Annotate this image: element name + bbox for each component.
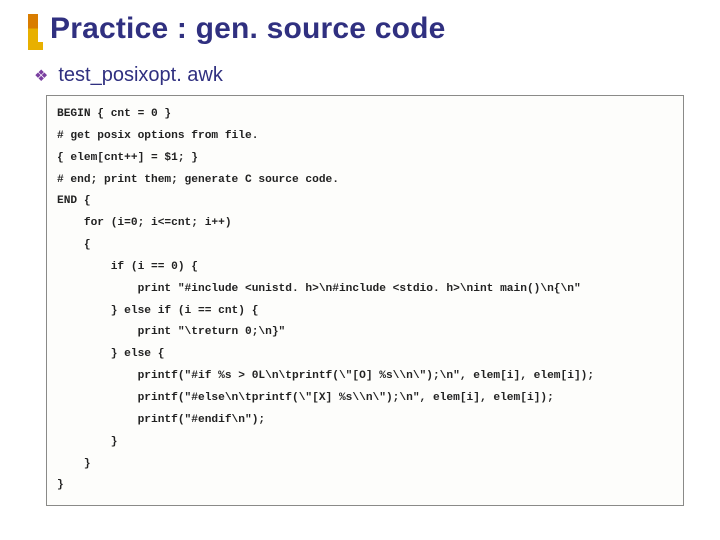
code-line: BEGIN { cnt = 0 } — [57, 104, 673, 126]
slide: Practice : gen. source code ❖ test_posix… — [0, 0, 720, 540]
code-line: } else { — [57, 344, 673, 366]
subhead-row: ❖ test_posixopt. awk — [34, 64, 692, 87]
title-accent-bar — [28, 14, 38, 50]
code-line: END { — [57, 191, 673, 213]
code-line: } — [57, 454, 673, 476]
code-line: { elem[cnt++] = $1; } — [57, 148, 673, 170]
code-line: if (i == 0) { — [57, 257, 673, 279]
code-line: for (i=0; i<=cnt; i++) — [57, 213, 673, 235]
code-line: } — [57, 432, 673, 454]
code-line: print "\treturn 0;\n}" — [57, 322, 673, 344]
code-line: # end; print them; generate C source cod… — [57, 170, 673, 192]
code-box: BEGIN { cnt = 0 } # get posix options fr… — [46, 95, 684, 506]
code-line: printf("#if %s > 0L\n\tprintf(\"[O] %s\\… — [57, 366, 673, 388]
title-wrap: Practice : gen. source code — [28, 12, 692, 46]
code-line: } else if (i == cnt) { — [57, 301, 673, 323]
code-line: } — [57, 475, 673, 497]
page-title: Practice : gen. source code — [50, 12, 692, 46]
code-line: printf("#else\n\tprintf(\"[X] %s\\n\");\… — [57, 388, 673, 410]
bullet-icon: ❖ — [34, 69, 48, 85]
code-line: # get posix options from file. — [57, 126, 673, 148]
subhead-text: test_posixopt. awk — [58, 64, 223, 87]
code-line: printf("#endif\n"); — [57, 410, 673, 432]
code-line: print "#include <unistd. h>\n#include <s… — [57, 279, 673, 301]
code-line: { — [57, 235, 673, 257]
